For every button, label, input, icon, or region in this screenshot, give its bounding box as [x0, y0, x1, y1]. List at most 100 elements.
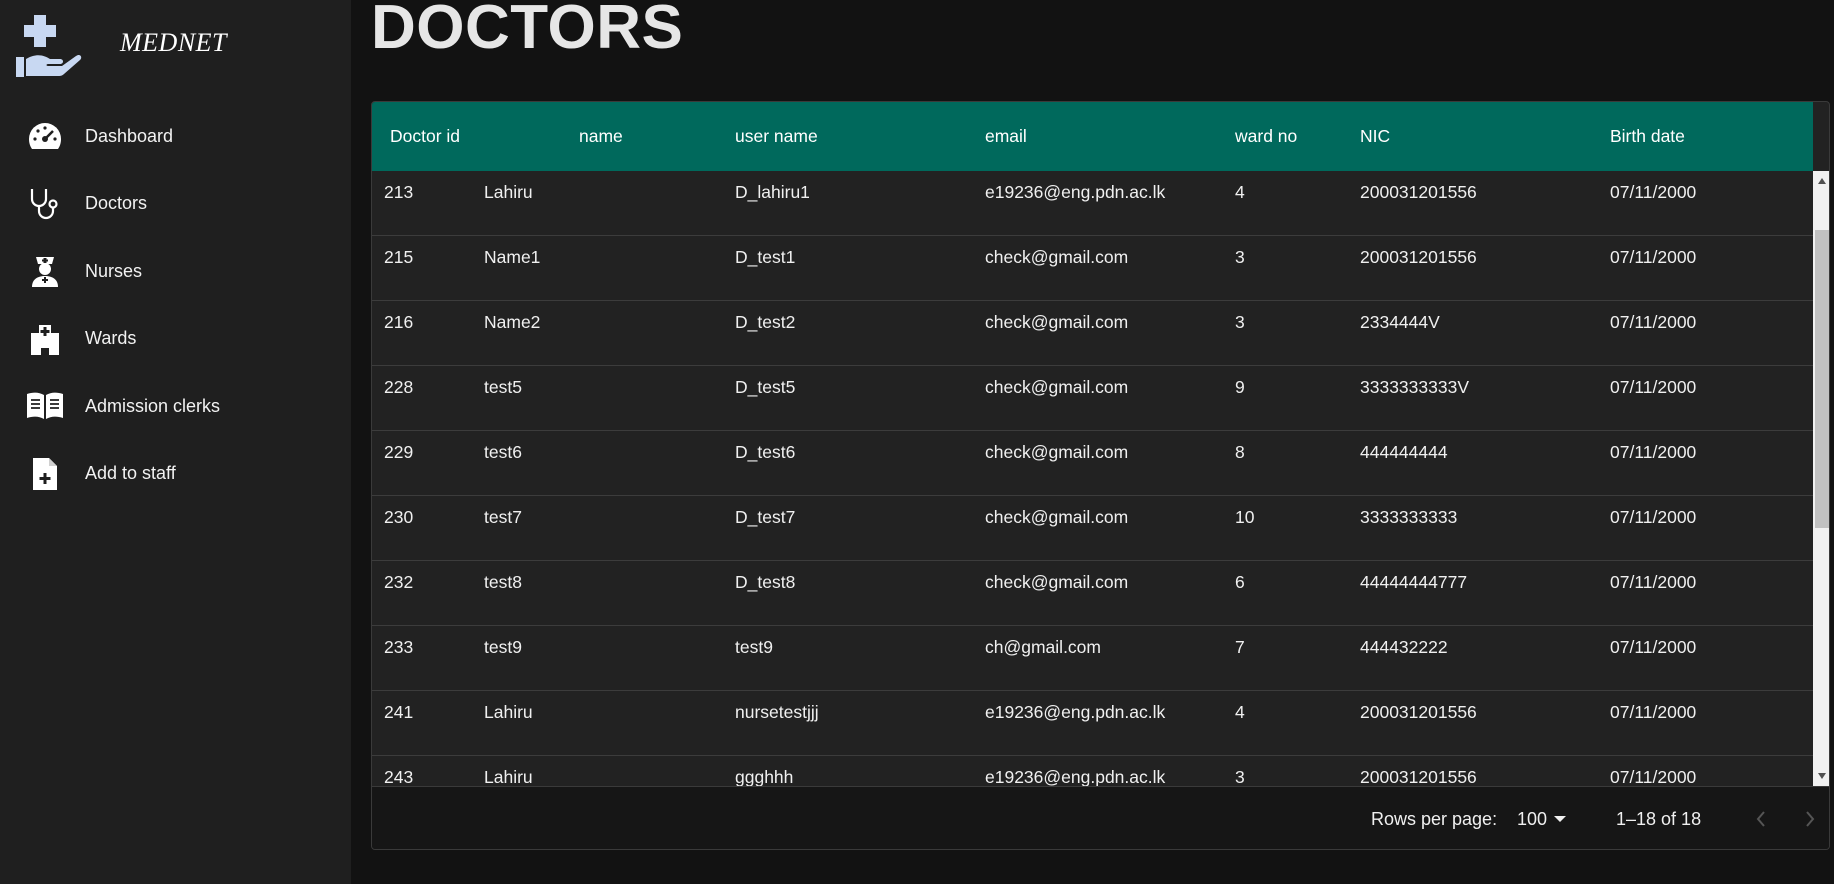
sidebar-item-doctors[interactable]: Doctors	[0, 184, 351, 224]
cell-name: Name1	[484, 247, 541, 267]
table-row[interactable]: 243 Lahiru ggghhh e19236@eng.pdn.ac.lk 3…	[372, 756, 1813, 786]
cell-email: check@gmail.com	[985, 247, 1129, 267]
cell-user-name: nursetestjjj	[735, 702, 819, 722]
caret-down-icon[interactable]	[1554, 816, 1566, 822]
nurse-icon	[26, 252, 64, 290]
cell-nic: 444444444	[1360, 442, 1448, 462]
pagination-range: 1–18 of 18	[1616, 809, 1702, 829]
table-header: Doctor id name user name email ward no N…	[372, 102, 1813, 171]
column-header-ward-no[interactable]: ward no	[1235, 102, 1297, 171]
hand-plus-logo-icon	[16, 15, 82, 77]
cell-doctor-id: 243	[384, 767, 414, 786]
cell-doctor-id: 241	[384, 702, 414, 722]
column-header-doctor-id[interactable]: Doctor id	[390, 102, 460, 171]
cell-ward-no: 7	[1235, 637, 1245, 657]
cell-birth-date: 07/11/2000	[1610, 312, 1697, 332]
cell-ward-no: 3	[1235, 247, 1245, 267]
sidebar-item-label: Add to staff	[85, 463, 176, 483]
scrollbar-thumb[interactable]	[1815, 230, 1829, 528]
cell-ward-no: 3	[1235, 312, 1245, 332]
sidebar-item-add-to-staff[interactable]: Add to staff	[0, 454, 351, 494]
previous-page-button[interactable]	[1747, 805, 1775, 833]
cell-name: test8	[484, 572, 522, 592]
cell-birth-date: 07/11/2000	[1610, 767, 1697, 786]
cell-user-name: D_test2	[735, 312, 796, 332]
cell-doctor-id: 213	[384, 182, 414, 202]
book-icon	[26, 387, 64, 425]
cell-doctor-id: 228	[384, 377, 414, 397]
brand[interactable]: MEDNET	[0, 0, 351, 92]
cell-name: Name2	[484, 312, 541, 332]
cell-name: test7	[484, 507, 522, 527]
cell-ward-no: 8	[1235, 442, 1245, 462]
table-row[interactable]: 228 test5 D_test5 check@gmail.com 9 3333…	[372, 366, 1813, 431]
cell-doctor-id: 232	[384, 572, 414, 592]
column-header-user-name[interactable]: user name	[735, 102, 818, 171]
column-header-email[interactable]: email	[985, 102, 1027, 171]
hospital-icon	[26, 320, 64, 358]
cell-user-name: D_test6	[735, 442, 796, 462]
sidebar-nav: Dashboard Doctors Nurses Wards Admission…	[0, 116, 351, 494]
table-row[interactable]: 229 test6 D_test6 check@gmail.com 8 4444…	[372, 431, 1813, 496]
scroll-down-arrow-icon[interactable]	[1818, 773, 1826, 779]
column-header-birth-date[interactable]: Birth date	[1610, 102, 1685, 171]
table-row[interactable]: 241 Lahiru nursetestjjj e19236@eng.pdn.a…	[372, 691, 1813, 756]
next-page-button[interactable]	[1796, 805, 1824, 833]
table-row[interactable]: 233 test9 test9 ch@gmail.com 7 444432222…	[372, 626, 1813, 691]
cell-email: check@gmail.com	[985, 572, 1129, 592]
table-row[interactable]: 216 Name2 D_test2 check@gmail.com 3 2334…	[372, 301, 1813, 366]
cell-user-name: test9	[735, 637, 773, 657]
column-header-name[interactable]: name	[579, 102, 623, 171]
cell-birth-date: 07/11/2000	[1610, 377, 1697, 397]
cell-user-name: D_lahiru1	[735, 182, 810, 202]
app-root: MEDNET Dashboard Doctors Nurses Wards Ad…	[0, 0, 1834, 884]
cell-nic: 200031201556	[1360, 182, 1477, 202]
cell-birth-date: 07/11/2000	[1610, 507, 1697, 527]
cell-doctor-id: 216	[384, 312, 414, 332]
cell-nic: 200031201556	[1360, 702, 1477, 722]
cell-doctor-id: 233	[384, 637, 414, 657]
cell-birth-date: 07/11/2000	[1610, 442, 1697, 462]
doctors-data-grid: Doctor id name user name email ward no N…	[371, 101, 1830, 850]
cell-email: check@gmail.com	[985, 312, 1129, 332]
cell-user-name: D_test8	[735, 572, 796, 592]
main-content: DOCTORS Doctor id name user name email w…	[351, 0, 1834, 884]
table-row[interactable]: 232 test8 D_test8 check@gmail.com 6 4444…	[372, 561, 1813, 626]
cell-name: test5	[484, 377, 522, 397]
cell-name: Lahiru	[484, 767, 533, 786]
cell-doctor-id: 230	[384, 507, 414, 527]
cell-birth-date: 07/11/2000	[1610, 637, 1697, 657]
cell-name: test9	[484, 637, 522, 657]
sidebar-item-nurses[interactable]: Nurses	[0, 251, 351, 291]
speedometer-icon	[26, 117, 64, 155]
table-body: 213 Lahiru D_lahiru1 e19236@eng.pdn.ac.l…	[372, 171, 1813, 786]
sidebar-item-wards[interactable]: Wards	[0, 319, 351, 359]
sidebar-item-label: Dashboard	[85, 125, 174, 146]
sidebar-item-label: Wards	[85, 328, 137, 348]
rows-per-page-select[interactable]: 100	[1517, 787, 1547, 849]
page-title: DOCTORS	[371, 0, 684, 62]
table-row[interactable]: 215 Name1 D_test1 check@gmail.com 3 2000…	[372, 236, 1813, 301]
cell-name: Lahiru	[484, 702, 533, 722]
cell-nic: 3333333333V	[1360, 377, 1469, 397]
brand-name: MEDNET	[120, 28, 227, 57]
cell-email: check@gmail.com	[985, 442, 1129, 462]
cell-ward-no: 10	[1235, 507, 1255, 527]
chevron-left-icon	[1756, 811, 1765, 827]
sidebar-item-admission-clerks[interactable]: Admission clerks	[0, 386, 351, 426]
stethoscope-icon	[26, 185, 64, 223]
column-header-nic[interactable]: NIC	[1360, 102, 1390, 171]
cell-email: e19236@eng.pdn.ac.lk	[985, 182, 1166, 202]
cell-nic: 200031201556	[1360, 247, 1477, 267]
vertical-scrollbar[interactable]	[1813, 171, 1829, 786]
scroll-up-arrow-icon[interactable]	[1818, 178, 1826, 184]
cell-ward-no: 4	[1235, 182, 1245, 202]
sidebar-item-dashboard[interactable]: Dashboard	[0, 116, 351, 156]
cell-email: e19236@eng.pdn.ac.lk	[985, 767, 1166, 786]
cell-email: e19236@eng.pdn.ac.lk	[985, 702, 1166, 722]
cell-birth-date: 07/11/2000	[1610, 247, 1697, 267]
cell-user-name: D_test1	[735, 247, 796, 267]
sidebar: MEDNET Dashboard Doctors Nurses Wards Ad…	[0, 0, 351, 884]
table-row[interactable]: 230 test7 D_test7 check@gmail.com 10 333…	[372, 496, 1813, 561]
table-row[interactable]: 213 Lahiru D_lahiru1 e19236@eng.pdn.ac.l…	[372, 171, 1813, 236]
